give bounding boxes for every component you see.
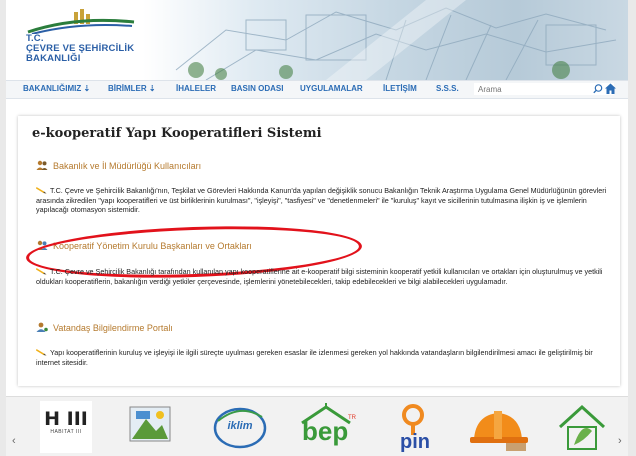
nav-item-uygulamalar[interactable]: UYGULAMALAR	[300, 84, 363, 93]
section-text: T.C. Çevre ve Şehircilik Bakanlığı'nın, …	[36, 186, 614, 215]
green-house-icon[interactable]	[554, 401, 610, 453]
section-text: Yapı kooperatiflerinin kuruluş ve işleyi…	[36, 348, 614, 367]
nav-item-sss[interactable]: S.S.S.	[436, 84, 459, 93]
logo-text: pin	[400, 431, 430, 453]
section-text: T.C. Çevre ve Şehircilik Bakanlığı taraf…	[36, 267, 614, 286]
landscape-image-icon[interactable]	[124, 401, 178, 453]
section-text-body: T.C. Çevre ve Şehircilik Bakanlığı'nın, …	[36, 186, 607, 215]
section-heading-vatandas[interactable]: Vatandaş Bilgilendirme Portalı	[36, 322, 173, 333]
logo-superscript: TR	[348, 415, 356, 421]
user-info-icon	[36, 322, 48, 332]
construction-helmet-icon[interactable]	[466, 401, 532, 453]
pin-logo[interactable]: pin	[390, 401, 440, 453]
logo-text: bep	[302, 416, 349, 446]
search-icon[interactable]	[592, 83, 604, 95]
ministry-logo-text[interactable]: T.C. ÇEVRE VE ŞEHİRCİLİK BAKANLIĞI	[26, 34, 134, 64]
bep-tr-logo[interactable]: bep TR	[296, 401, 366, 453]
nav-item-iletisim[interactable]: İLETİŞİM	[383, 84, 417, 93]
site-header: T.C. ÇEVRE VE ŞEHİRCİLİK BAKANLIĞI	[6, 0, 628, 80]
partner-logo-carousel: ‹ › H III HABITAT III iklim bep TR pin	[6, 396, 628, 456]
section-text-body: Yapı kooperatiflerinin kuruluş ve işleyi…	[36, 348, 593, 367]
pencil-icon	[36, 187, 47, 194]
nav-item-birimler[interactable]: BİRİMLER ⇣	[108, 84, 156, 93]
users-group-icon	[36, 160, 48, 170]
section-heading-bakanlik[interactable]: Bakanlık ve İl Müdürlüğü Kullanıcıları	[36, 160, 201, 171]
section-text-body: T.C. Çevre ve Şehircilik Bakanlığı taraf…	[36, 267, 603, 286]
section-heading-label: Bakanlık ve İl Müdürlüğü Kullanıcıları	[53, 161, 202, 171]
search-input[interactable]	[478, 83, 578, 95]
logo-text: H III	[44, 408, 88, 430]
nav-item-bakanligimiz[interactable]: BAKANLIĞIMIZ ⇣	[23, 84, 90, 93]
pencil-icon	[36, 268, 47, 275]
iklim-logo[interactable]: iklim	[212, 401, 268, 453]
carousel-next-button[interactable]: ›	[618, 435, 622, 447]
nav-item-ihaleler[interactable]: İHALELER	[176, 84, 216, 93]
home-icon[interactable]	[604, 82, 617, 95]
page: T.C. ÇEVRE VE ŞEHİRCİLİK BAKANLIĞI BAKAN…	[6, 0, 628, 456]
nav-item-basin-odasi[interactable]: BASIN ODASI	[231, 84, 283, 93]
main-content-panel: e-kooperatif Yapı Kooperatifleri Sistemi…	[18, 116, 620, 386]
habitat-logo[interactable]: H III HABITAT III	[40, 401, 92, 453]
section-heading-label: Vatandaş Bilgilendirme Portalı	[53, 323, 173, 333]
logo-line: BAKANLIĞI	[26, 53, 81, 64]
header-city-illustration	[175, 0, 617, 80]
main-nav: BAKANLIĞIMIZ ⇣ BİRİMLER ⇣ İHALELER BASIN…	[6, 80, 628, 99]
search-box	[474, 83, 614, 95]
pencil-icon	[36, 349, 47, 356]
carousel-prev-button[interactable]: ‹	[12, 435, 16, 447]
logo-text: iklim	[227, 420, 253, 432]
ministry-logo-icon	[27, 9, 135, 34]
page-title: e-kooperatif Yapı Kooperatifleri Sistemi	[32, 126, 322, 141]
